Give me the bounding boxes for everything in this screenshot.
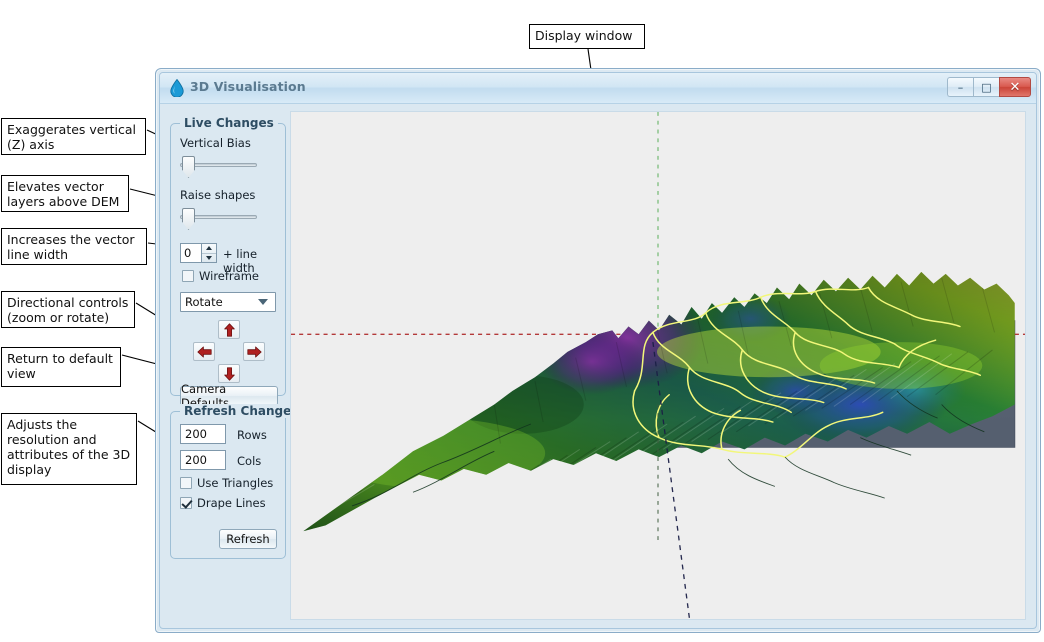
slider-thumb[interactable]: [182, 208, 195, 230]
stepper-up-button[interactable]: [202, 244, 216, 254]
minimize-button[interactable]: –: [947, 77, 973, 97]
group-refresh-changes: Refresh Changes 200 Rows 200 Cols Use Tr…: [170, 411, 286, 559]
minimize-icon: –: [958, 82, 964, 93]
callout-display-window: Display window: [529, 24, 645, 49]
group-live-changes: Live Changes Vertical Bias Raise shapes …: [170, 123, 286, 396]
chevron-down-icon: [258, 299, 268, 305]
rows-input[interactable]: 200: [180, 424, 226, 444]
line-width-stepper[interactable]: 0: [180, 243, 217, 263]
callout-resolution: Adjusts the resolution and attributes of…: [1, 413, 137, 485]
window-title: 3D Visualisation: [190, 79, 306, 94]
water-drop-icon: [169, 79, 185, 97]
app-window: 3D Visualisation – □ ✕ Live Changes Vert…: [155, 68, 1041, 633]
line-width-value[interactable]: 0: [180, 243, 202, 263]
camera-defaults-button[interactable]: Camera Defaults: [180, 386, 278, 406]
pan-left-button[interactable]: [193, 342, 215, 361]
down-arrow-icon: [223, 367, 236, 381]
callout-directional: Directional controls (zoom or rotate): [1, 291, 135, 328]
camera-mode-select[interactable]: Rotate: [180, 292, 276, 312]
stepper-buttons: [202, 243, 217, 263]
drape-lines-label: Drape Lines: [197, 496, 266, 510]
maximize-button[interactable]: □: [973, 77, 999, 97]
callout-vertical-exaggerate: Exaggerates vertical (Z) axis: [1, 118, 146, 155]
title-bar[interactable]: 3D Visualisation – □ ✕: [160, 73, 1036, 104]
vertical-bias-slider[interactable]: [180, 156, 257, 174]
wireframe-checkbox-box[interactable]: [182, 270, 194, 282]
raise-shapes-slider[interactable]: [180, 208, 257, 226]
maximize-icon: □: [981, 82, 991, 93]
drape-lines-checkbox-box[interactable]: [180, 497, 192, 509]
slider-thumb[interactable]: [182, 156, 195, 178]
cols-input[interactable]: 200: [180, 450, 226, 470]
window-client-area: Live Changes Vertical Bias Raise shapes …: [160, 103, 1036, 628]
close-icon: ✕: [1010, 81, 1021, 94]
camera-mode-value: Rotate: [181, 295, 258, 309]
pan-down-button[interactable]: [218, 364, 240, 383]
wireframe-label: Wireframe: [199, 269, 259, 283]
cols-label: Cols: [237, 454, 261, 468]
wireframe-checkbox[interactable]: Wireframe: [182, 269, 259, 283]
refresh-button[interactable]: Refresh: [219, 529, 277, 549]
left-arrow-icon: [197, 346, 212, 358]
group-refresh-changes-title: Refresh Changes: [180, 404, 302, 418]
vertical-bias-label: Vertical Bias: [180, 136, 251, 150]
terrain-3d-render[interactable]: [291, 112, 1025, 619]
display-window[interactable]: [290, 111, 1026, 620]
use-triangles-label: Use Triangles: [197, 476, 273, 490]
callout-line-width: Increases the vector line width: [1, 228, 147, 265]
right-arrow-icon: [247, 346, 262, 358]
stepper-down-button[interactable]: [202, 254, 216, 263]
up-arrow-icon: [223, 323, 236, 337]
group-live-changes-title: Live Changes: [180, 116, 278, 130]
use-triangles-checkbox[interactable]: Use Triangles: [180, 476, 273, 490]
raise-shapes-label: Raise shapes: [180, 188, 255, 202]
use-triangles-checkbox-box[interactable]: [180, 477, 192, 489]
callout-default-view: Return to default view: [1, 347, 121, 387]
window-controls: – □ ✕: [947, 77, 1031, 97]
pan-up-button[interactable]: [218, 320, 240, 339]
callout-elevate-vectors: Elevates vector layers above DEM: [1, 175, 129, 212]
drape-lines-checkbox[interactable]: Drape Lines: [180, 496, 266, 510]
rows-label: Rows: [237, 428, 267, 442]
window-inner-frame: 3D Visualisation – □ ✕ Live Changes Vert…: [159, 72, 1037, 629]
control-panel: Live Changes Vertical Bias Raise shapes …: [170, 111, 286, 620]
close-button[interactable]: ✕: [999, 77, 1031, 97]
pan-right-button[interactable]: [243, 342, 265, 361]
